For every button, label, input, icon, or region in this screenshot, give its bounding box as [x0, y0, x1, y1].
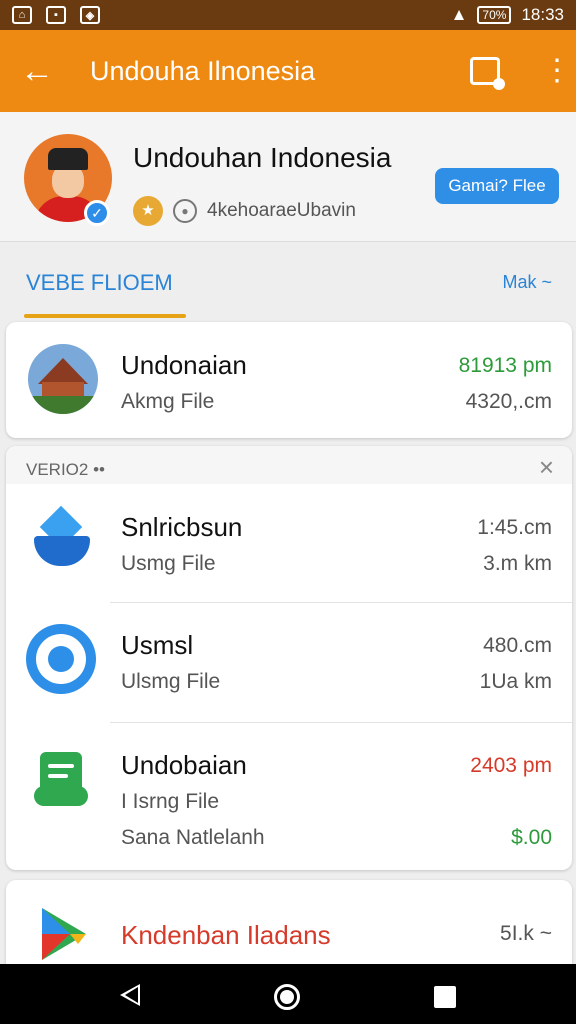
- list-item[interactable]: Snlricbsun Usmg File 1:45.cm 3.m km: [6, 484, 572, 602]
- chat-document-icon: [32, 752, 92, 808]
- item-time: 1:45.cm: [477, 516, 552, 539]
- item-title: Usmsl: [121, 630, 194, 660]
- more-options-icon[interactable]: ⋮: [542, 56, 572, 86]
- item-subtitle: Akmg File: [121, 390, 215, 413]
- user-icon: ●: [173, 199, 197, 223]
- clock: 18:33: [521, 5, 564, 24]
- item-price: $.00: [511, 826, 552, 849]
- item-size: 4320,.cm: [465, 390, 552, 413]
- tab-indicator: [24, 314, 186, 318]
- photo-notification-icon: ▪: [46, 6, 66, 24]
- close-icon[interactable]: ×: [539, 452, 554, 483]
- cast-icon[interactable]: [470, 57, 505, 90]
- status-bar: ⌂ ▪ ◈ ▲ 70% 18:33: [0, 0, 576, 30]
- item-size: 5I.k ~: [500, 922, 552, 945]
- list-item[interactable]: Usmsl Ulsmg File 480.cm 1Ua km: [6, 602, 572, 722]
- list-item[interactable]: Undonaian Akmg File 81913 pm 4320,.cm: [6, 322, 572, 437]
- item-title: Kndenban Iladans: [121, 920, 331, 950]
- play-store-icon: [34, 904, 94, 964]
- item-title: Undonaian: [121, 350, 247, 380]
- app-notification-icon: ◈: [80, 6, 100, 24]
- shield-app-icon: [32, 505, 92, 568]
- nav-home-icon[interactable]: [274, 984, 300, 1010]
- verified-badge-icon: ✓: [84, 200, 110, 226]
- app-bar-title: Undouha Ilnonesia: [90, 55, 316, 86]
- tab-more[interactable]: Mak ~: [502, 272, 552, 293]
- profile-header: ✓ Undouhan Indonesia ★ ● 4kehoaraeUbavin…: [0, 112, 576, 242]
- item-subtitle: Ulsmg File: [121, 670, 221, 693]
- section-title: VERIO2 ••: [26, 460, 105, 479]
- back-arrow-icon[interactable]: ←: [20, 54, 60, 88]
- nav-recents-icon[interactable]: [434, 986, 456, 1008]
- item-time: 2403 pm: [470, 754, 552, 777]
- temple-thumbnail: [28, 344, 98, 414]
- item-size: 3.m km: [483, 552, 552, 575]
- profile-action-button[interactable]: Gamai? Flee: [435, 168, 559, 204]
- item-subtitle: Usmg File: [121, 552, 216, 575]
- signal-icon: ▲: [450, 5, 468, 24]
- medal-icon: ★: [133, 196, 163, 226]
- system-nav-bar: [0, 964, 576, 1024]
- nav-back-icon[interactable]: [120, 984, 140, 1006]
- tab-active[interactable]: VEBE FLIOEM: [26, 270, 173, 296]
- section-header: VERIO2 •• ×: [6, 446, 572, 484]
- item-title: Undobaian: [121, 750, 247, 780]
- app-bar: ← Undouha Ilnonesia ⋮: [0, 30, 576, 112]
- item-size: 1Ua km: [479, 670, 552, 693]
- tab-row: VEBE FLIOEM Mak ~: [0, 242, 576, 322]
- profile-meta-text: 4kehoaraeUbavin: [207, 200, 356, 221]
- item-title: Snlricbsun: [121, 512, 243, 542]
- battery-icon: 70%: [477, 6, 512, 24]
- home-notification-icon: ⌂: [12, 6, 32, 24]
- item-extra: Sana Natlelanh: [121, 826, 265, 849]
- item-time: 81913 pm: [458, 354, 552, 377]
- item-subtitle: I Isrng File: [121, 790, 220, 813]
- profile-name: Undouhan Indonesia: [133, 142, 392, 173]
- messenger-icon: [26, 624, 96, 694]
- featured-card[interactable]: Undonaian Akmg File 81913 pm 4320,.cm: [6, 322, 572, 438]
- download-list-card: VERIO2 •• × Snlricbsun Usmg File 1:45.cm…: [6, 446, 572, 870]
- list-item[interactable]: Undobaian I Isrng File Sana Natlelanh 24…: [6, 722, 572, 870]
- profile-meta: ★ ● 4kehoaraeUbavin: [133, 196, 356, 226]
- item-time: 480.cm: [483, 634, 552, 657]
